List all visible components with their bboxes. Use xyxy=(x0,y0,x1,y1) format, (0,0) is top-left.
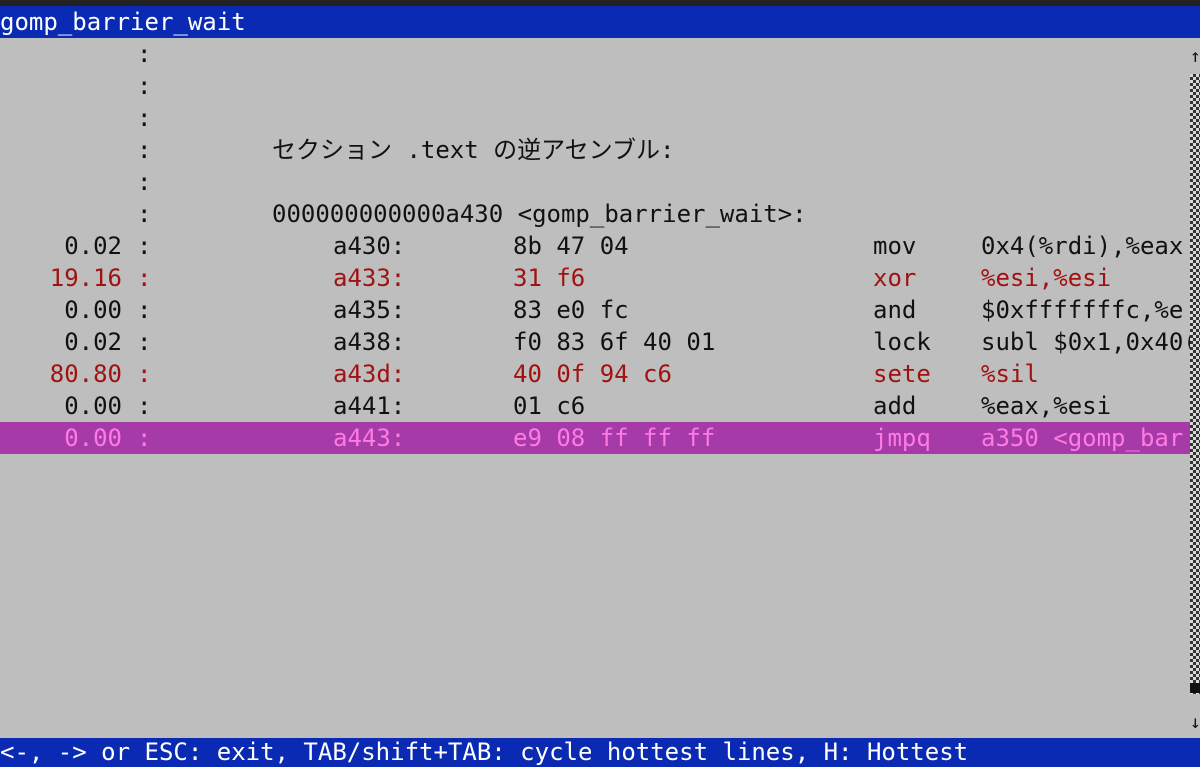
sample-percent: 0.00 xyxy=(64,392,122,420)
header-text: 000000000000a430 <gomp_barrier_wait>: xyxy=(272,200,807,228)
header-line: : セクション .text の逆アセンブル: xyxy=(0,134,1190,166)
column-separator: : xyxy=(137,296,152,324)
column-separator: : xyxy=(137,200,152,228)
column-separator: : xyxy=(137,424,152,452)
instruction-address: a441: xyxy=(333,392,406,420)
instruction-bytes: 8b 47 04 xyxy=(513,232,629,260)
instruction-mnemonic: xor xyxy=(873,264,917,292)
instruction-row[interactable]: 0.00: a441: 01 c6 add %eax,%esi xyxy=(0,390,1190,422)
instruction-bytes: 31 f6 xyxy=(513,264,586,292)
instruction-mnemonic: lock xyxy=(873,328,931,356)
instruction-address: a430: xyxy=(333,232,406,260)
instruction-row[interactable]: 19.16: a433: 31 f6 xor %esi,%esi xyxy=(0,262,1190,294)
instruction-row[interactable]: 0.02: a430: 8b 47 04 mov 0x4(%rdi),%eax xyxy=(0,230,1190,262)
column-separator: : xyxy=(137,264,152,292)
instruction-bytes: 40 0f 94 c6 xyxy=(513,360,672,388)
instruction-operands: %eax,%esi xyxy=(981,392,1112,420)
header-line: : xyxy=(0,70,1190,102)
instruction-mnemonic: jmpq xyxy=(873,424,931,452)
status-bar: <-, -> or ESC: exit, TAB/shift+TAB: cycl… xyxy=(0,738,1200,767)
instruction-address: a443: xyxy=(333,424,406,452)
sample-percent: 0.02 xyxy=(64,232,122,260)
instruction-row[interactable]: 0.00: a435: 83 e0 fc and $0xfffffffc,%e xyxy=(0,294,1190,326)
title-bar: gomp_barrier_wait xyxy=(0,6,1200,38)
instruction-row[interactable]: 80.80: a43d: 40 0f 94 c6 sete %sil xyxy=(0,358,1190,390)
instruction-address: a43d: xyxy=(333,360,406,388)
column-separator: : xyxy=(137,232,152,260)
sample-percent: 19.16 xyxy=(49,264,122,292)
annotate-view[interactable]: :::: セクション .text の逆アセンブル:::000000000000a4… xyxy=(0,38,1200,738)
instruction-operands: a350 <gomp_bar xyxy=(981,424,1184,452)
sample-percent: 0.00 xyxy=(64,424,122,452)
sample-percent: 0.02 xyxy=(64,328,122,356)
column-separator: : xyxy=(137,360,152,388)
instruction-bytes: f0 83 6f 40 01 xyxy=(513,328,716,356)
scroll-up-arrow-icon[interactable]: ↑ xyxy=(1190,42,1200,72)
terminal-window: gomp_barrier_wait ::::セクション .text の逆アセンブ… xyxy=(0,0,1200,767)
instruction-operands: subl $0x1,0x40(% xyxy=(981,328,1200,356)
instruction-row-selected[interactable]: 0.00: a443: e9 08 ff ff ff jmpq a350 <gomp_b… xyxy=(0,422,1190,454)
column-separator: : xyxy=(137,72,152,100)
header-line: : xyxy=(0,166,1190,198)
instruction-operands: %sil xyxy=(981,360,1039,388)
column-separator: : xyxy=(137,328,152,356)
instruction-row[interactable]: 0.02: a438: f0 83 6f 40 01 lock subl $0x1,0x… xyxy=(0,326,1200,358)
scrollbar[interactable]: ↑ ↓ xyxy=(1190,38,1200,738)
sample-percent: 80.80 xyxy=(49,360,122,388)
instruction-bytes: 01 c6 xyxy=(513,392,586,420)
column-separator: : xyxy=(137,136,152,164)
column-separator: : xyxy=(137,392,152,420)
instruction-address: a433: xyxy=(333,264,406,292)
instruction-operands: $0xfffffffc,%e xyxy=(981,296,1184,324)
scrollbar-thumb[interactable] xyxy=(1190,683,1200,693)
instruction-mnemonic: add xyxy=(873,392,917,420)
column-separator: : xyxy=(137,104,152,132)
scroll-down-arrow-icon[interactable]: ↓ xyxy=(1190,708,1200,738)
instruction-address: a435: xyxy=(333,296,406,324)
instruction-mnemonic: and xyxy=(873,296,917,324)
instruction-operands: 0x4(%rdi),%eax xyxy=(981,232,1184,260)
instruction-bytes: e9 08 ff ff ff xyxy=(513,424,716,452)
instruction-mnemonic: mov xyxy=(873,232,917,260)
header-line: : xyxy=(0,102,1190,134)
column-separator: : xyxy=(137,168,152,196)
instruction-operands: %esi,%esi xyxy=(981,264,1112,292)
instruction-address: a438: xyxy=(333,328,406,356)
instruction-mnemonic: sete xyxy=(873,360,931,388)
scrollbar-track[interactable] xyxy=(1190,74,1200,694)
header-text: セクション .text の逆アセンブル: xyxy=(272,136,675,164)
header-line: : 000000000000a430 <gomp_barrier_wait>: xyxy=(0,198,1190,230)
instruction-bytes: 83 e0 fc xyxy=(513,296,629,324)
column-separator: : xyxy=(137,40,152,68)
sample-percent: 0.00 xyxy=(64,296,122,324)
header-line: : xyxy=(0,38,1190,70)
